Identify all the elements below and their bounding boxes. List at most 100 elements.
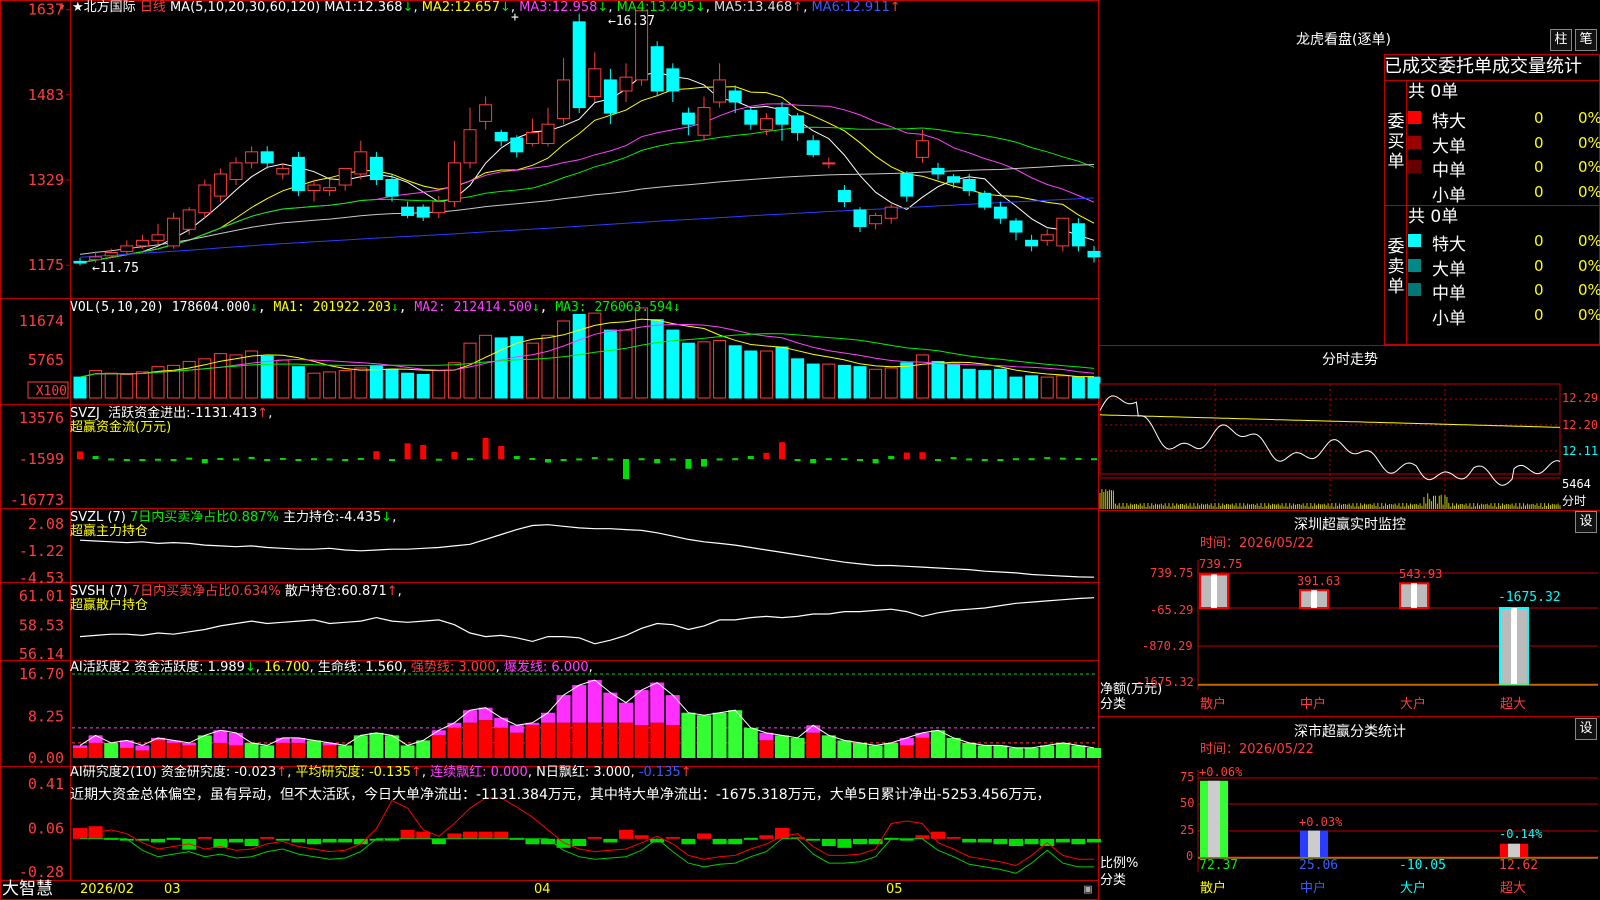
ma6-arrow: ↑	[889, 0, 901, 15]
ai2-value5: -0.135	[638, 765, 681, 780]
ai1-lifeline-value: 1.560	[365, 660, 403, 675]
sell-row-name: 特大	[1432, 235, 1466, 255]
svzj-bar	[747, 456, 754, 460]
ma2-value: 12.657	[454, 0, 500, 15]
svzj-bar	[451, 451, 458, 460]
svzj-bar	[591, 457, 598, 460]
buy-row-count: 0	[1534, 133, 1544, 152]
buy-row-pct: 0%	[1578, 133, 1600, 152]
ai1-green-bar	[712, 712, 727, 758]
ai1-green-bar	[1071, 745, 1086, 758]
ai1-green-bar	[1009, 747, 1023, 758]
candle-body	[260, 151, 274, 164]
ai1-green-bar	[962, 742, 977, 758]
ai2-bar	[946, 837, 961, 839]
ai1-red-bar	[73, 747, 87, 758]
volume-bar	[557, 320, 571, 399]
volume-bar	[713, 340, 727, 399]
ai1-magenta-bar	[572, 685, 587, 723]
volume-bar	[354, 367, 368, 399]
ai1-green-bar	[868, 745, 883, 758]
volume-bar	[416, 374, 430, 399]
ma2-arrow: ↓	[499, 0, 511, 15]
ai1-ytick-label: 16.70	[19, 665, 64, 683]
svzl-desc: 7日内买卖净占比0.887%	[130, 510, 279, 525]
ai2-bar	[525, 838, 540, 845]
svzj-bar	[701, 459, 707, 467]
favorite-star-icon[interactable]: ★	[72, 0, 84, 15]
stats-ytick-2: 25	[1180, 823, 1195, 837]
ai1-magenta-bar	[603, 692, 618, 723]
monitor-cat-super: 超大	[1500, 697, 1527, 712]
ai1-green-bar	[697, 715, 711, 758]
svzj-bar	[981, 459, 988, 462]
stats-settings-button[interactable]: 设	[1575, 718, 1597, 740]
ai2-bar	[416, 831, 431, 839]
svzj-bar	[513, 456, 520, 460]
stats-change-retail: +0.06%	[1199, 765, 1243, 779]
ai1-value2: 16.700	[264, 660, 310, 675]
svzj-bar	[1013, 458, 1019, 461]
ai1-red-bar	[322, 745, 337, 758]
ai2-comment: 近期大资金总体偏空，虽有异动，但不太活跃，今日大单净流出：-1131.384万元…	[70, 787, 1051, 803]
buy-color-swatch	[1408, 160, 1421, 173]
svzj-bar	[217, 457, 224, 460]
svzl-value: -4.435	[339, 510, 382, 525]
ma6-line	[79, 197, 1095, 258]
monitor-label-mid: 391.63	[1297, 574, 1341, 588]
buy-row-pct: 0%	[1578, 158, 1600, 176]
svsh-desc: 7日内买卖净占比0.634%	[131, 584, 281, 599]
svzl-line	[79, 524, 1095, 578]
stock-pin-icon[interactable]: ▾	[58, 0, 66, 16]
intraday-title: 分时走势	[1322, 352, 1378, 368]
ai1-green-bar	[260, 745, 275, 758]
ma4-line	[79, 126, 1095, 264]
candle-body	[791, 115, 805, 133]
svzj-bar	[997, 459, 1004, 462]
ai1-red-bar	[806, 732, 821, 758]
bar-mode-button[interactable]: 柱	[1550, 29, 1572, 51]
lock-icon[interactable]: ▣	[1084, 882, 1092, 898]
pen-mode-button[interactable]: 笔	[1575, 29, 1597, 51]
buy-row: 中单 0 0%	[1406, 155, 1600, 181]
ai1-green-bar	[790, 737, 805, 758]
sell-row-pct: 0%	[1578, 305, 1600, 324]
ai1-ytick-label: 0.00	[28, 749, 64, 767]
ma3-value: 12.958	[551, 0, 598, 15]
buy-row-pct: 0%	[1578, 109, 1600, 127]
period-label[interactable]: 日线	[140, 0, 166, 15]
ai1-red-bar	[166, 742, 181, 758]
volume-bar	[775, 346, 789, 399]
candle-body	[884, 206, 898, 219]
ma4-key: MA4:	[616, 0, 650, 15]
ai2-nday-value: 3.000	[593, 765, 631, 780]
svsh-ytick-label: 58.53	[19, 617, 64, 635]
ai2-bar	[977, 838, 992, 843]
svzj-value: -1131.413	[190, 406, 258, 421]
volume-bar	[791, 358, 805, 399]
monitor-settings-button[interactable]: 设	[1575, 511, 1597, 533]
svzj-bar	[857, 459, 863, 462]
vol-ma1-arrow: ↓	[390, 300, 399, 315]
ai2-bar	[494, 831, 509, 839]
volume-bar	[104, 372, 118, 399]
volume-bar	[744, 350, 758, 399]
ai2-bar	[431, 838, 446, 845]
ai1-green-bar	[884, 742, 899, 758]
candle-body	[1009, 220, 1023, 233]
candle-body	[588, 68, 602, 98]
svzj-bar	[373, 451, 380, 460]
ai1-green-bar	[853, 742, 867, 758]
ai1-arrow: ↓	[244, 660, 256, 675]
sell-row-count: 0	[1534, 232, 1544, 250]
ai1-red-bar	[119, 747, 134, 758]
svzj-bar	[654, 459, 661, 464]
monitor-time: 时间：2026/05/22	[1200, 536, 1314, 551]
xaxis-label-apr: 04	[534, 882, 551, 897]
ai1-magenta-bar	[478, 707, 493, 721]
ma6-key: MA6:	[811, 0, 845, 15]
candle-body	[744, 109, 758, 125]
volume-bar	[572, 313, 586, 399]
candle-body	[728, 90, 742, 103]
volume-bar	[463, 342, 477, 399]
